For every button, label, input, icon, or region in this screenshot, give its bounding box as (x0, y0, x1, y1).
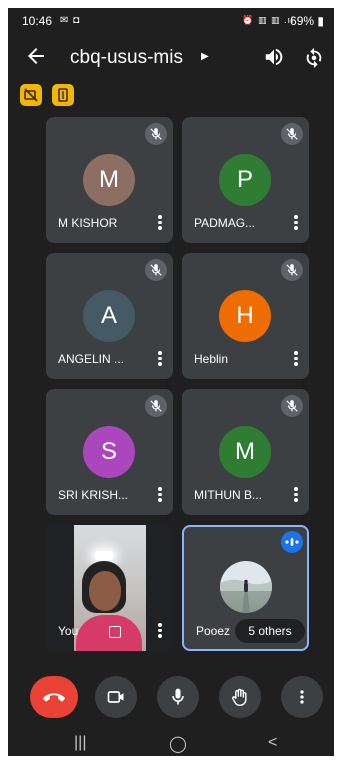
participant-photo (220, 561, 272, 613)
status-time: 10:46 (22, 14, 53, 28)
others-tile[interactable]: Pooez 5 others (182, 525, 309, 651)
more-vert-icon[interactable] (157, 351, 163, 367)
mic-off-icon (145, 123, 167, 145)
battery-level: 69% ▮ (290, 14, 324, 28)
participant-name: M KISHOR (58, 216, 118, 230)
mic-off-icon (281, 395, 303, 417)
participant-tile[interactable]: M M KISHOR (46, 117, 173, 243)
meet-screen: 10:46 ✉ ◘ ⏰ ▥ ▥ .ıl 69% ▮ cbq-usus-mis ▶ (8, 8, 334, 756)
back-arrow-icon[interactable] (24, 44, 48, 68)
more-vert-icon[interactable] (157, 487, 163, 503)
more-options-button[interactable] (281, 676, 323, 718)
back-nav-icon[interactable]: < (268, 734, 277, 752)
mic-toggle-button[interactable] (157, 676, 199, 718)
more-vert-icon (300, 690, 304, 704)
mic-off-icon (145, 395, 167, 417)
mic-off-icon (145, 259, 167, 281)
self-view-tile[interactable]: You (46, 525, 173, 651)
participant-tile[interactable]: H Heblin (182, 253, 309, 379)
flip-camera-icon[interactable] (303, 46, 325, 68)
signal-icons: ⏰ ▥ ▥ .ıl (242, 15, 294, 25)
more-vert-icon[interactable] (157, 215, 163, 231)
participant-name: Heblin (194, 352, 229, 366)
more-vert-icon[interactable] (293, 351, 299, 367)
participant-name: MITHUN B... (194, 488, 262, 502)
device-badge[interactable] (52, 84, 74, 106)
caret-right-icon[interactable]: ▶ (201, 51, 209, 62)
home-icon[interactable]: ◯ (169, 734, 187, 754)
participant-name: ANGELIN ... (58, 352, 125, 366)
speaking-indicator-icon (281, 531, 303, 553)
more-vert-icon[interactable] (157, 623, 163, 639)
participant-avatar: S (83, 426, 135, 478)
microphone-icon (172, 688, 184, 705)
more-vert-icon[interactable] (293, 487, 299, 503)
phone-hangup-icon (43, 693, 65, 702)
participant-name: SRI KRISH... (58, 488, 129, 502)
speaker-icon[interactable] (263, 46, 285, 68)
self-name: You (58, 624, 79, 638)
participant-avatar: A (83, 290, 135, 342)
participant-avatar: P (219, 154, 271, 206)
participant-avatar: H (219, 290, 271, 342)
others-count-pill[interactable]: 5 others (235, 619, 305, 643)
end-call-button[interactable] (30, 676, 78, 718)
video-camera-icon (107, 691, 124, 703)
camera-toggle-button[interactable] (95, 676, 137, 718)
camera-off-icon (24, 88, 38, 102)
raise-hand-button[interactable] (219, 676, 261, 718)
camera-off-badge[interactable] (20, 84, 42, 106)
hand-icon (232, 688, 247, 707)
recent-apps-icon[interactable]: ||| (74, 734, 86, 752)
picture-in-picture-icon[interactable] (109, 626, 121, 638)
participant-tile[interactable]: A ANGELIN ... (46, 253, 173, 379)
status-bar: 10:46 ✉ ◘ ⏰ ▥ ▥ .ıl 69% ▮ (8, 8, 334, 34)
mic-off-icon (281, 259, 303, 281)
more-vert-icon[interactable] (293, 215, 299, 231)
mic-off-icon (281, 123, 303, 145)
top-app-bar: cbq-usus-mis ▶ (8, 36, 334, 76)
person-face (89, 571, 121, 611)
participant-tile[interactable]: S SRI KRISH... (46, 389, 173, 515)
meeting-title[interactable]: cbq-usus-mis (70, 47, 183, 69)
ceiling-light (95, 551, 113, 560)
participant-name: PADMAG... (194, 216, 256, 230)
participant-tile[interactable]: P PADMAG... (182, 117, 309, 243)
notification-icons: ✉ ◘ (60, 15, 81, 26)
system-nav-bar: ||| ◯ < (8, 732, 334, 756)
device-icon (58, 88, 68, 102)
others-first-name: Pooez (196, 624, 231, 638)
participant-avatar: M (83, 154, 135, 206)
participant-avatar: M (219, 426, 271, 478)
participant-tile[interactable]: M MITHUN B... (182, 389, 309, 515)
